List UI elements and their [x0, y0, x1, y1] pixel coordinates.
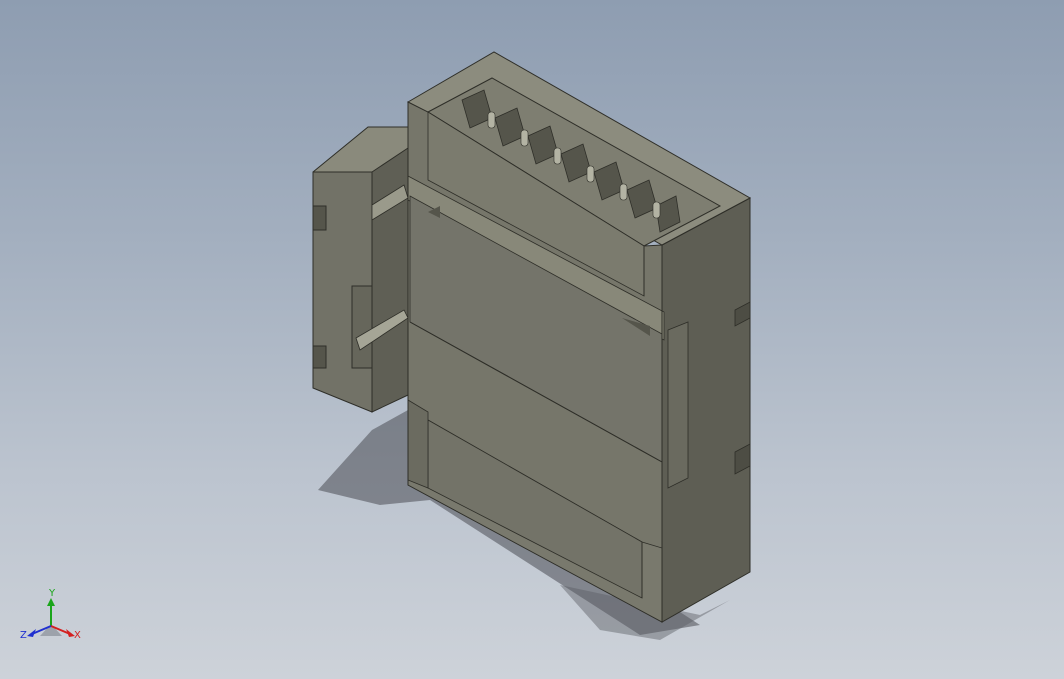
y-axis-arrow	[47, 598, 55, 606]
graphics-viewport[interactable]: Y X Z	[0, 0, 1064, 679]
x-axis-label: X	[74, 630, 81, 641]
rear-latch-block	[312, 126, 409, 413]
z-axis-label: Z	[20, 630, 27, 641]
axis-triad[interactable]: Y X Z	[18, 586, 84, 646]
y-axis-label: Y	[48, 588, 56, 599]
connector-3d-model[interactable]	[0, 0, 1064, 679]
housing-right-face	[661, 197, 751, 623]
